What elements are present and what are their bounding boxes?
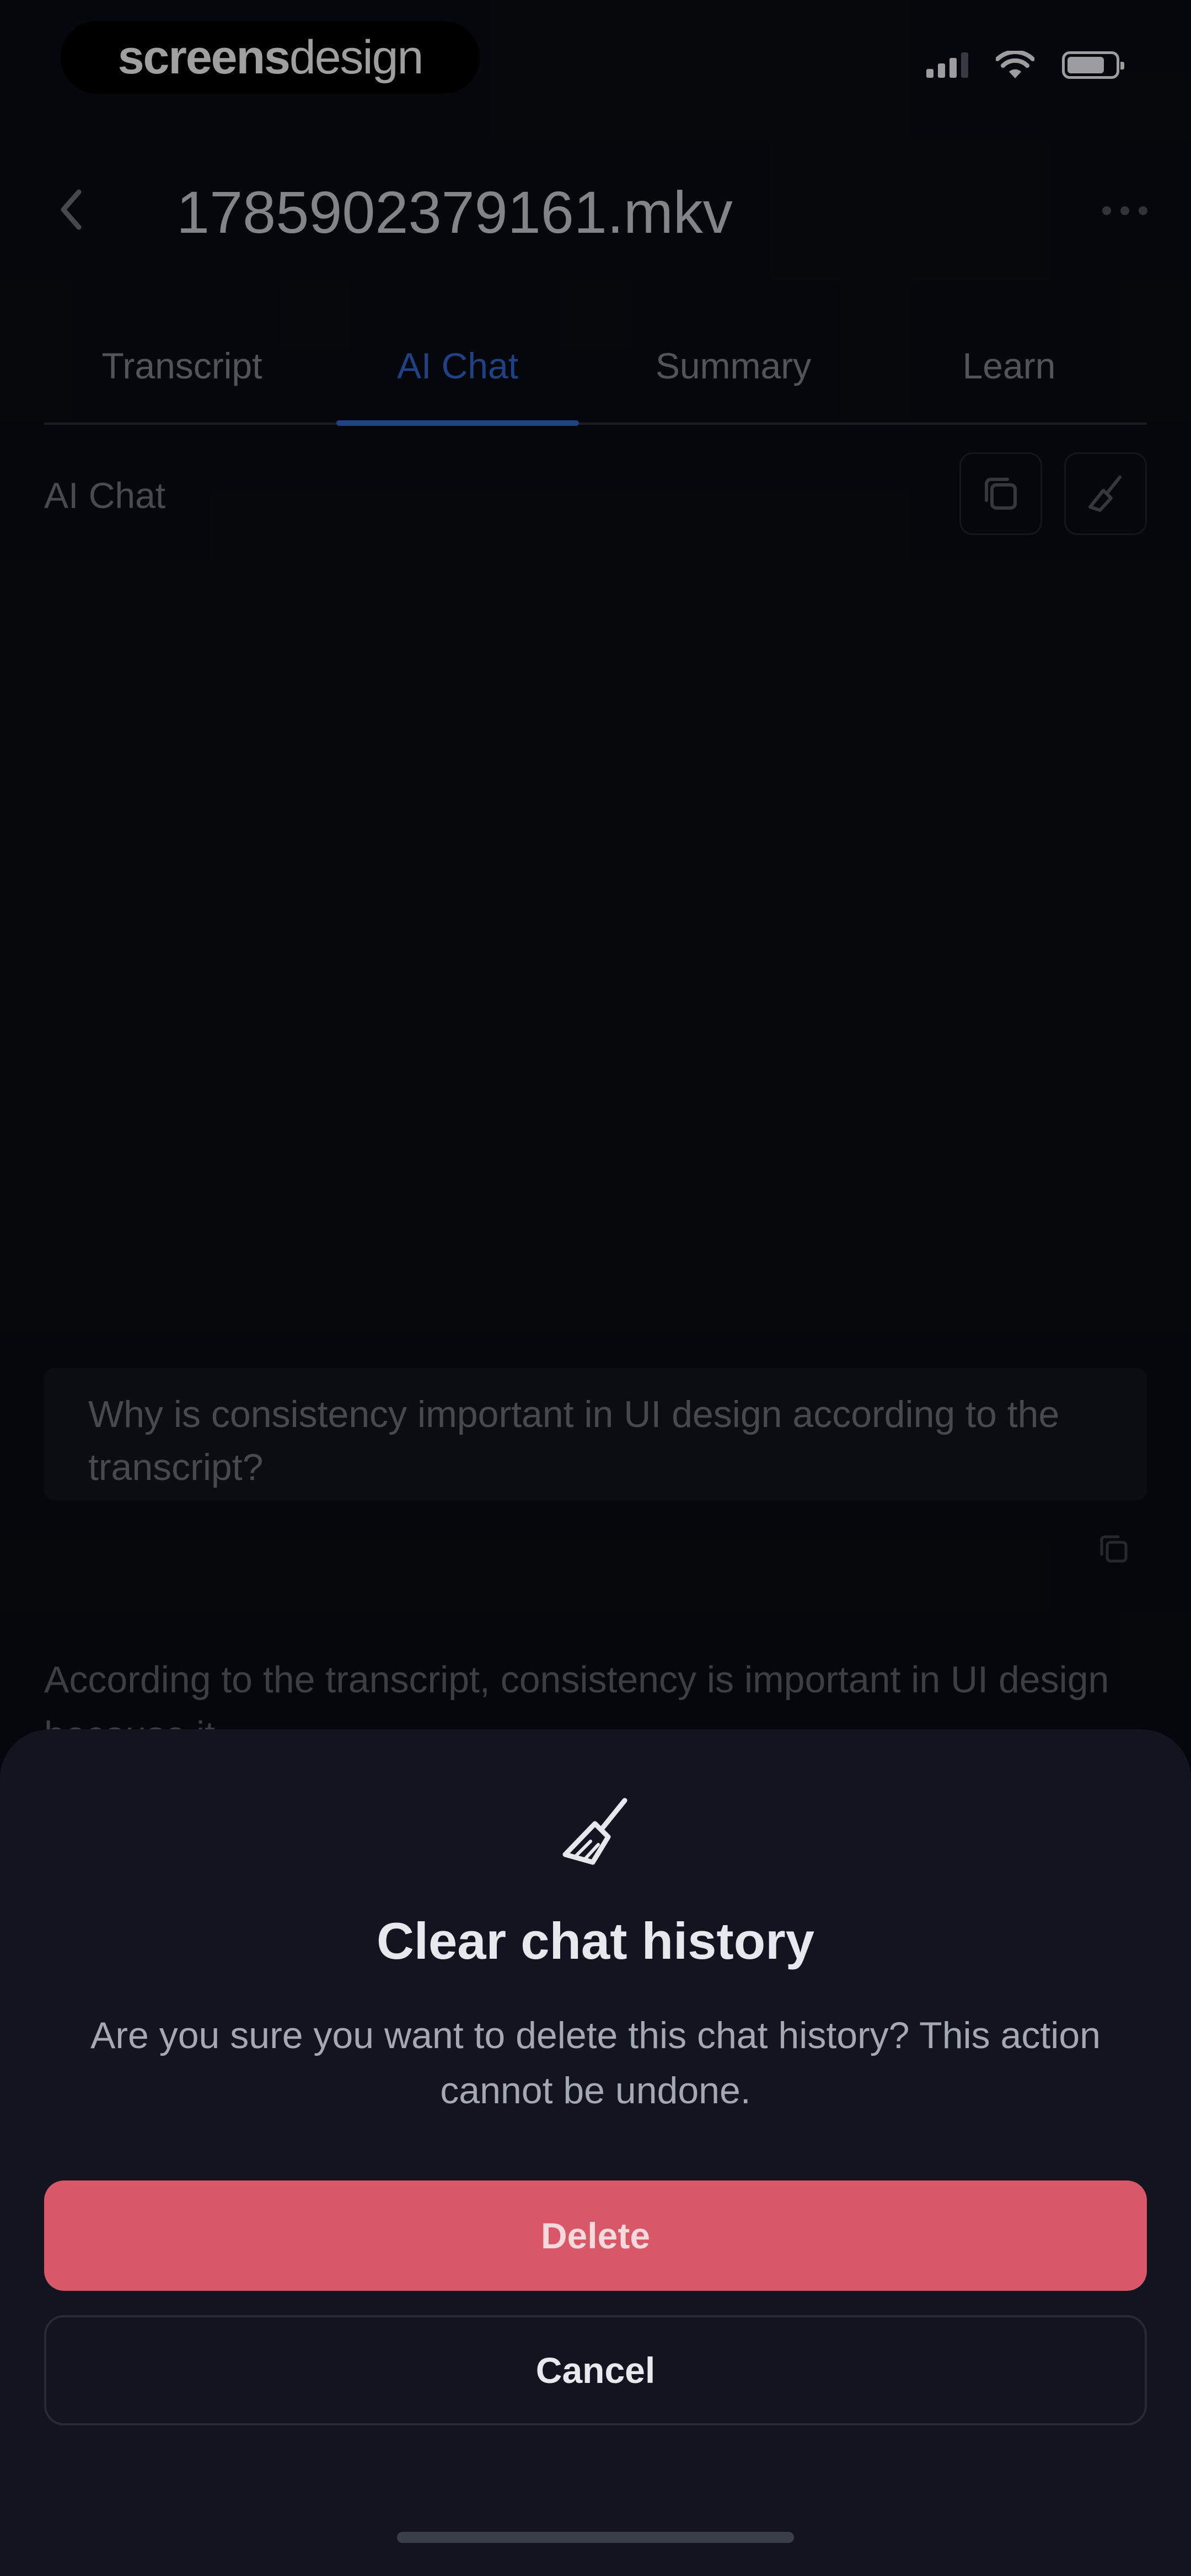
- cancel-button[interactable]: Cancel: [44, 2315, 1147, 2425]
- clear-history-dialog: Clear chat history Are you sure you want…: [0, 1729, 1191, 2576]
- dialog-icon: [551, 1790, 640, 1878]
- broom-icon: [562, 1798, 627, 1865]
- dialog-message: Are you sure you want to delete this cha…: [90, 2014, 1101, 2112]
- screen: screens design 1785902379161.mkv Transcr…: [0, 0, 1191, 2576]
- delete-button[interactable]: Delete: [44, 2180, 1147, 2291]
- home-indicator: [397, 2532, 794, 2543]
- dialog-title: Clear chat history: [376, 1912, 815, 1970]
